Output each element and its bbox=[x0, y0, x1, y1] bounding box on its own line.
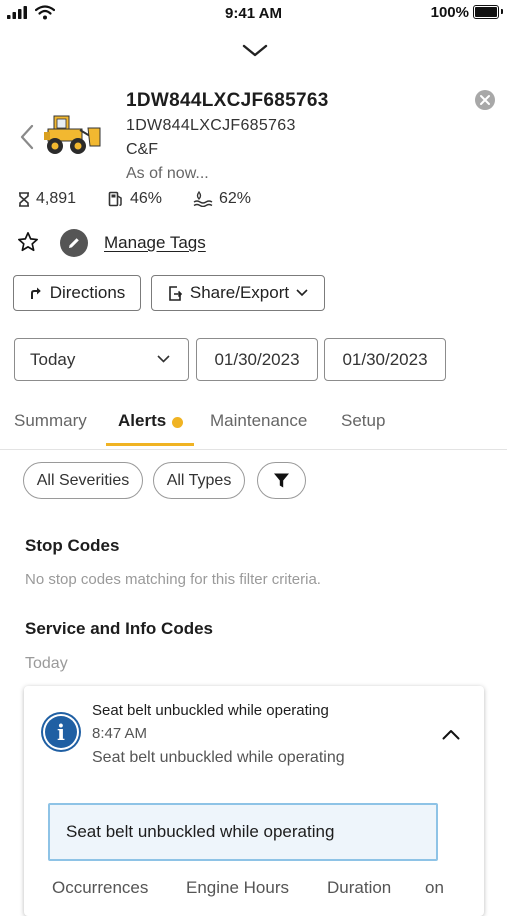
tab-divider bbox=[0, 449, 507, 450]
wheel-loader-icon bbox=[44, 115, 101, 154]
battery-percent: 100% bbox=[430, 4, 469, 21]
alerts-indicator-dot bbox=[172, 417, 183, 428]
column-header-engine-hours: Engine Hours bbox=[186, 878, 290, 897]
tab-setup[interactable]: Setup bbox=[341, 411, 385, 431]
date-range-value: Today bbox=[30, 349, 76, 369]
start-date-value: 01/30/2023 bbox=[214, 349, 300, 369]
info-icon: i bbox=[45, 716, 77, 748]
column-header-occurrences: Occurrences bbox=[52, 878, 149, 897]
active-tab-underline bbox=[106, 443, 194, 446]
end-date-field[interactable]: 01/30/2023 bbox=[324, 338, 446, 381]
asset-owner: C&F bbox=[126, 141, 158, 158]
share-export-button[interactable]: Share/Export bbox=[151, 275, 325, 311]
hourglass-icon bbox=[19, 191, 29, 207]
tab-maintenance[interactable]: Maintenance bbox=[210, 411, 307, 431]
hours-value: 4,891 bbox=[36, 190, 77, 207]
fuel-stat: 46% bbox=[108, 190, 162, 208]
export-icon bbox=[169, 285, 183, 301]
end-date-value: 01/30/2023 bbox=[342, 349, 428, 369]
alert-card[interactable]: i Seat belt unbuckled while operating 8:… bbox=[24, 686, 484, 916]
def-stat: 62% bbox=[193, 190, 251, 208]
def-fluid-icon bbox=[193, 191, 213, 207]
tab-alerts-label: Alerts bbox=[118, 411, 167, 430]
alert-title: Seat belt unbuckled while operating bbox=[92, 702, 329, 719]
hours-stat: 4,891 bbox=[18, 190, 76, 208]
battery-nub bbox=[501, 9, 503, 14]
filter-funnel-icon bbox=[274, 473, 289, 488]
alert-detail-highlight: Seat belt unbuckled while operating bbox=[48, 803, 438, 861]
alert-description: Seat belt unbuckled while operating bbox=[92, 749, 345, 766]
fuel-pump-icon bbox=[108, 191, 122, 207]
def-value: 62% bbox=[219, 190, 252, 207]
asset-serial: 1DW844LXCJF685763 bbox=[126, 117, 296, 134]
directions-button[interactable]: Directions bbox=[13, 275, 141, 311]
directions-label: Directions bbox=[49, 283, 126, 302]
date-range-select[interactable]: Today bbox=[14, 338, 189, 381]
severity-filter-chip[interactable]: All Severities bbox=[23, 462, 143, 499]
battery-icon bbox=[473, 5, 499, 19]
chevron-up-icon[interactable] bbox=[442, 729, 460, 740]
type-filter-chip[interactable]: All Types bbox=[153, 462, 245, 499]
share-export-label: Share/Export bbox=[189, 283, 290, 302]
tab-alerts[interactable]: Alerts bbox=[118, 411, 166, 431]
favorite-star-icon[interactable] bbox=[17, 231, 39, 253]
column-header-on: on bbox=[425, 878, 444, 897]
service-codes-heading: Service and Info Codes bbox=[25, 619, 213, 638]
edit-tags-button[interactable] bbox=[60, 229, 88, 257]
pencil-icon bbox=[69, 238, 79, 248]
tab-summary[interactable]: Summary bbox=[14, 411, 87, 431]
alert-time: 8:47 AM bbox=[92, 725, 148, 742]
date-group-label: Today bbox=[25, 655, 68, 672]
close-icon[interactable] bbox=[474, 89, 496, 111]
back-chevron-icon[interactable] bbox=[20, 124, 34, 150]
start-date-field[interactable]: 01/30/2023 bbox=[196, 338, 318, 381]
stop-codes-heading: Stop Codes bbox=[25, 536, 120, 555]
chevron-down-icon bbox=[296, 289, 308, 297]
column-header-duration: Duration bbox=[327, 878, 392, 897]
directions-arrow-icon bbox=[30, 287, 41, 299]
asset-id: 1DW844LXCJF685763 bbox=[126, 90, 329, 111]
chevron-down-icon bbox=[157, 355, 170, 363]
collapse-chevron-icon[interactable] bbox=[242, 44, 268, 58]
stop-codes-empty-message: No stop codes matching for this filter c… bbox=[25, 571, 321, 588]
manage-tags-link[interactable]: Manage Tags bbox=[104, 233, 206, 253]
filter-button[interactable] bbox=[257, 462, 306, 499]
fuel-value: 46% bbox=[130, 190, 163, 207]
status-bar: 9:41 AM 100% bbox=[0, 0, 507, 26]
last-updated: As of now... bbox=[126, 165, 209, 182]
